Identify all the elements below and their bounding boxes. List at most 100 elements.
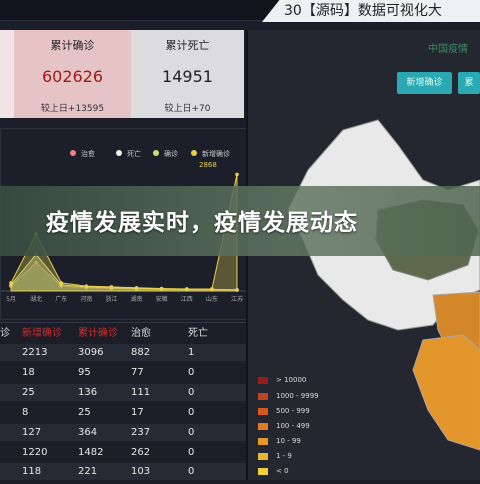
card-compare: 较上日+13595 <box>40 104 105 114</box>
legend-label-cure: 治愈 <box>81 149 95 158</box>
banner-text: 疫情发展实时，疫情发展动态 <box>46 210 358 236</box>
legend-swatch <box>258 437 268 445</box>
table-row[interactable]: 2213 3096 882 1 <box>0 344 246 361</box>
col-header: 死亡 <box>188 328 208 339</box>
col-header: 诊 <box>0 328 10 339</box>
legend-dot-new <box>191 150 197 156</box>
data-point[interactable] <box>159 286 164 291</box>
data-point[interactable] <box>235 172 239 177</box>
cell: 0 <box>188 466 195 477</box>
card-label: 累计确诊 <box>50 39 95 52</box>
data-point[interactable] <box>184 287 189 291</box>
x-tick-label: 安徽 <box>156 295 168 303</box>
chart-legend: 治愈 死亡 确诊 新增确诊 <box>70 149 230 158</box>
legend-label-death: 死亡 <box>127 149 141 158</box>
legend-dot-confirmed <box>153 150 159 156</box>
cell: 1220 <box>22 447 48 458</box>
legend-dot-cure <box>70 150 76 156</box>
cell: 3096 <box>78 347 104 358</box>
map-legend-item: < 0 <box>258 467 289 477</box>
legend-swatch <box>258 452 268 460</box>
data-point[interactable] <box>84 284 89 288</box>
data-table: 诊 新增确诊 累计确诊 治愈 死亡 2213 3096 882 1 18 95 77 0 2… <box>0 322 246 481</box>
x-tick-label: 湖北 <box>30 295 42 303</box>
table-row[interactable]: 8 25 17 0 <box>0 404 246 421</box>
x-tick-label: 江苏 <box>231 295 243 303</box>
legend-swatch <box>258 392 268 400</box>
table-row[interactable]: 127 364 237 0 <box>0 424 246 441</box>
data-point[interactable] <box>109 285 114 289</box>
legend-label-new: 新增确诊 <box>202 149 230 158</box>
cell: 103 <box>131 466 151 477</box>
cell: 0 <box>188 367 195 378</box>
cell: 882 <box>131 347 151 358</box>
cell: 25 <box>78 407 91 418</box>
cell: 1 <box>188 347 195 358</box>
table-row[interactable]: 1220 1482 262 0 <box>0 444 246 461</box>
peak-label: 2868 <box>199 161 217 169</box>
data-point[interactable] <box>9 281 13 285</box>
map-legend-item: 1 - 9 <box>258 452 292 462</box>
legend-swatch <box>258 376 268 384</box>
map-region-yunnan <box>412 334 480 451</box>
cell: 221 <box>78 466 98 477</box>
map-legend-item: > 10000 <box>258 376 306 386</box>
cell: 18 <box>22 367 35 378</box>
stat-card-deaths: 累计死亡 14951 较上日+70 <box>131 30 244 118</box>
card-value: 14951 <box>162 67 213 86</box>
x-tick-label: 河南 <box>80 295 92 303</box>
cell: 136 <box>78 387 98 398</box>
stat-card-confirmed: 累计确诊 602626 较上日+13595 <box>14 30 131 118</box>
x-tick-label: 5月 <box>6 296 16 303</box>
legend-swatch <box>258 407 268 415</box>
x-tick-label: 江西 <box>181 296 193 303</box>
table-row[interactable]: 25 136 111 0 <box>0 384 246 401</box>
map-legend-item: 10 - 99 <box>258 437 301 447</box>
table-row[interactable]: 118 221 103 0 <box>0 463 246 480</box>
x-tick-label: 山东 <box>206 295 218 303</box>
col-header: 新增确诊 <box>22 328 62 339</box>
cell: 0 <box>188 447 195 458</box>
cell: 0 <box>188 407 195 418</box>
cell: 0 <box>188 387 195 398</box>
cell: 111 <box>131 387 151 398</box>
data-point[interactable] <box>134 285 139 290</box>
card-value: 602626 <box>41 67 104 86</box>
cell: 77 <box>131 367 144 378</box>
cell: 95 <box>78 367 91 378</box>
col-header: 累计确诊 <box>78 328 118 339</box>
col-header: 治愈 <box>131 328 151 339</box>
x-tick-label: 湖南 <box>131 295 143 303</box>
data-point[interactable] <box>59 281 64 285</box>
cell: 237 <box>131 427 151 438</box>
cell: 1482 <box>78 447 104 458</box>
map-legend-item: 500 - 999 <box>258 407 310 417</box>
new-confirmed-button[interactable]: 新增确诊 <box>397 72 452 94</box>
table-header: 诊 新增确诊 累计确诊 治愈 死亡 <box>0 325 246 342</box>
x-tick-label: 广东 <box>55 295 67 303</box>
legend-dot-death <box>116 150 122 156</box>
cell: 2213 <box>22 347 48 358</box>
stat-card-partial <box>0 30 14 118</box>
cell: 25 <box>22 387 35 398</box>
page-title: 30【源码】数据可视化大 <box>284 3 442 19</box>
cell: 0 <box>188 427 195 438</box>
map-legend-item: 1000 - 9999 <box>258 392 319 402</box>
cell: 364 <box>78 427 98 438</box>
data-point[interactable] <box>210 287 214 291</box>
map-legend-item: 100 - 499 <box>258 422 310 432</box>
legend-label-confirmed: 确诊 <box>164 149 178 158</box>
x-tick-label: 浙江 <box>105 295 117 303</box>
map-title: 中国疫情 <box>428 44 468 55</box>
cumulative-button[interactable]: 累 <box>458 72 480 94</box>
table-row[interactable]: 18 95 77 0 <box>0 364 246 381</box>
card-label: 累计死亡 <box>165 39 210 52</box>
cell: 127 <box>22 427 42 438</box>
legend-swatch <box>258 422 268 430</box>
cell: 8 <box>22 407 29 418</box>
cell: 17 <box>131 407 144 418</box>
card-compare: 较上日+70 <box>164 104 211 114</box>
cell: 118 <box>22 466 42 477</box>
legend-swatch <box>258 467 268 475</box>
cell: 262 <box>131 447 151 458</box>
